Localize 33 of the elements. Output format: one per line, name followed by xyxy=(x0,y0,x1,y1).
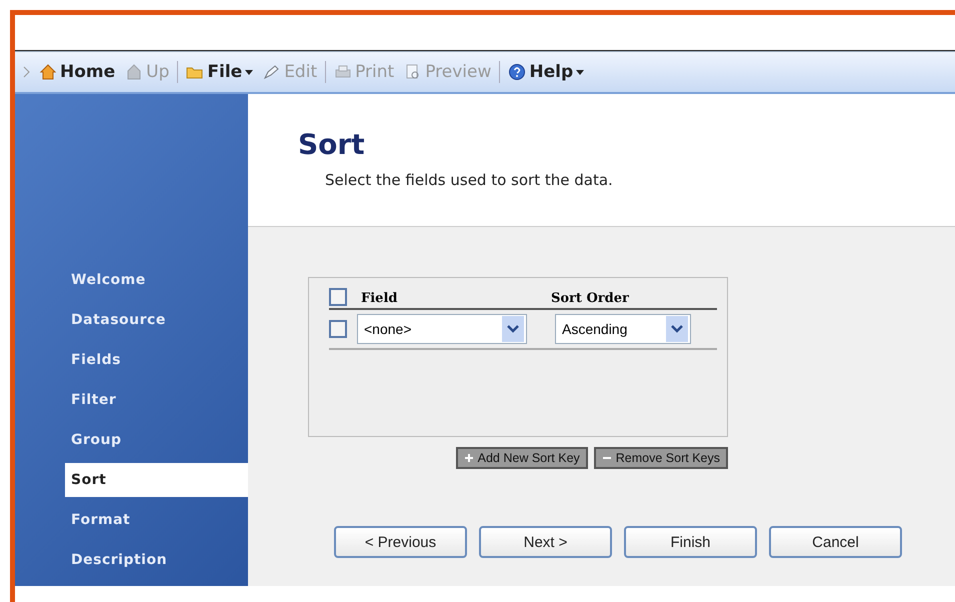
page-title: Sort xyxy=(298,128,366,161)
toolbar-button[interactable]: Home xyxy=(37,62,118,82)
edit-icon xyxy=(263,63,282,81)
wizard-nav-button[interactable]: Cancel xyxy=(769,526,902,558)
sidebar-item[interactable]: Filter xyxy=(15,380,248,420)
chevron-right-icon xyxy=(23,66,31,78)
home-icon xyxy=(39,63,57,81)
sidebar-item[interactable]: Format xyxy=(15,500,248,540)
sidebar-item[interactable]: Sort xyxy=(65,463,248,497)
sidebar-item[interactable]: Group xyxy=(15,420,248,460)
wizard-nav-button[interactable]: Finish xyxy=(624,526,757,558)
up-icon xyxy=(125,63,144,81)
sidebar-item[interactable]: Datasource xyxy=(15,300,248,340)
plus-icon xyxy=(464,453,474,463)
wizard-nav-button[interactable]: Next > xyxy=(479,526,612,558)
sidebar-item[interactable]: Description xyxy=(15,540,248,580)
checkbox[interactable] xyxy=(329,320,347,338)
checkbox[interactable] xyxy=(329,288,347,306)
add-sort-key-button[interactable]: Add New Sort Key xyxy=(456,447,588,469)
sidebar-item[interactable]: Fields xyxy=(15,340,248,380)
column-header: Field xyxy=(361,291,398,306)
field-dropdown[interactable]: <none> xyxy=(357,314,527,344)
help-icon xyxy=(508,63,526,81)
toolbar-button[interactable]: File xyxy=(184,62,256,82)
column-header: Sort Order xyxy=(551,291,629,306)
chevron-down-icon xyxy=(507,325,519,333)
sidebar-item[interactable]: Welcome xyxy=(15,260,248,300)
chevron-down-icon xyxy=(671,325,683,333)
sort-order-dropdown[interactable]: Ascending xyxy=(555,314,691,344)
page-subtitle: Select the fields used to sort the data. xyxy=(325,171,614,189)
toolbar-button[interactable]: Help xyxy=(506,62,586,82)
wizard-nav-button[interactable]: < Previous xyxy=(334,526,467,558)
remove-sort-keys-button[interactable]: Remove Sort Keys xyxy=(594,447,728,469)
